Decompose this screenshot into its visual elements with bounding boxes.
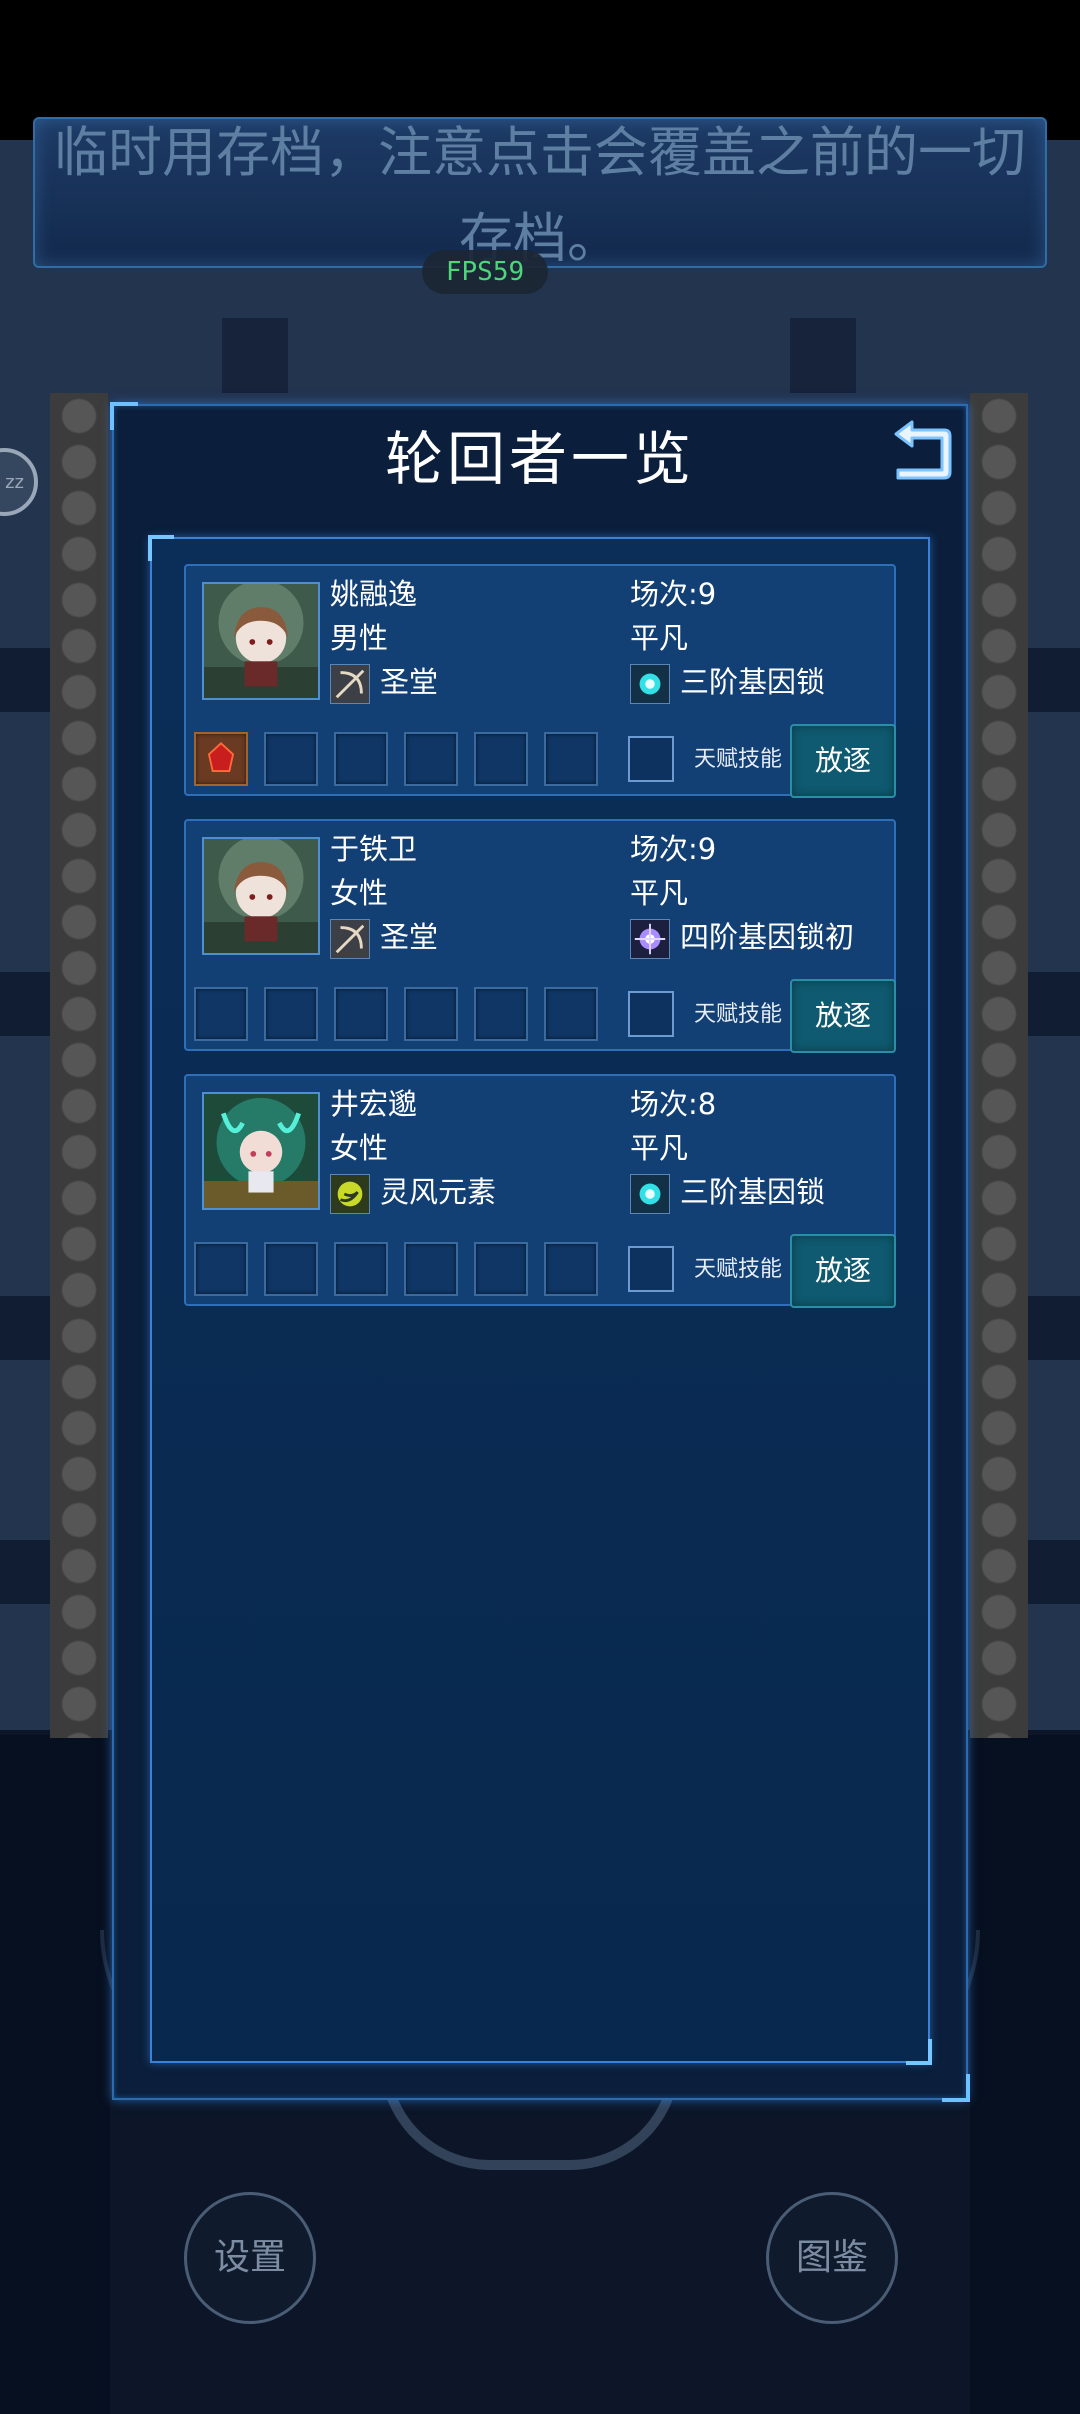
character-class: 灵风元素 xyxy=(380,1175,497,1209)
exile-button[interactable]: 放逐 xyxy=(790,724,896,798)
cyan-burst-icon xyxy=(630,1174,670,1214)
equipment-slot[interactable] xyxy=(264,987,318,1041)
character-rounds: 场次:9 xyxy=(630,832,717,866)
gene-lock-label: 三阶基因锁 xyxy=(680,1175,826,1209)
character-portrait xyxy=(202,582,320,700)
character-gender: 女性 xyxy=(330,1131,389,1165)
stone-wall-right xyxy=(970,393,1028,1738)
character-card[interactable]: 于铁卫 女性 圣堂 场次:9 平凡 四阶基因锁初 天赋技能 放逐 xyxy=(184,819,896,1053)
scene-bar xyxy=(1028,972,1080,1036)
equipment-slot[interactable] xyxy=(544,732,598,786)
equipment-slot[interactable] xyxy=(544,1242,598,1296)
exile-button[interactable]: 放逐 xyxy=(790,1234,896,1308)
character-gender: 男性 xyxy=(330,621,389,655)
character-grade: 平凡 xyxy=(630,621,689,655)
character-grade: 平凡 xyxy=(630,876,689,910)
wind-element-icon xyxy=(330,1174,370,1214)
scene-bar xyxy=(1028,1296,1080,1360)
crossbow-icon xyxy=(330,919,370,959)
character-card[interactable]: 井宏邈 女性 灵风元素 场次:8 平凡 三阶基因锁 天赋技能 放逐 xyxy=(184,1074,896,1308)
equipment-slot[interactable] xyxy=(334,732,388,786)
character-class: 圣堂 xyxy=(380,920,439,954)
character-portrait xyxy=(202,837,320,955)
gene-lock-label: 三阶基因锁 xyxy=(680,665,826,699)
equipment-slot[interactable] xyxy=(404,1242,458,1296)
scene-left-panel xyxy=(0,1735,110,2414)
crossbow-icon xyxy=(330,664,370,704)
gate-pillar-right xyxy=(790,318,856,393)
violet-burst-icon xyxy=(630,919,670,959)
scene-bar xyxy=(0,1540,50,1604)
equipment-slot[interactable] xyxy=(264,732,318,786)
back-button[interactable] xyxy=(884,420,956,488)
character-gender: 女性 xyxy=(330,876,389,910)
talent-skill-label: 天赋技能 xyxy=(694,747,783,772)
equipment-slot[interactable] xyxy=(194,987,248,1041)
talent-skill-label: 天赋技能 xyxy=(694,1002,783,1027)
talent-skill-slot[interactable] xyxy=(628,1246,674,1292)
fps-counter: FPS59 xyxy=(422,250,548,294)
scene-bar xyxy=(1028,648,1080,712)
talent-skill-slot[interactable] xyxy=(628,736,674,782)
scene-right-panel xyxy=(970,1735,1080,2414)
character-class: 圣堂 xyxy=(380,665,439,699)
equipment-slot[interactable] xyxy=(264,1242,318,1296)
gene-lock-label: 四阶基因锁初 xyxy=(680,920,855,954)
equipment-slot[interactable] xyxy=(474,732,528,786)
talent-skill-label: 天赋技能 xyxy=(694,1257,783,1282)
stone-wall-left xyxy=(50,393,108,1738)
talent-skill-slot[interactable] xyxy=(628,991,674,1037)
return-arrow-icon xyxy=(894,420,952,480)
character-portrait xyxy=(202,1092,320,1210)
equipment-slot[interactable] xyxy=(474,987,528,1041)
character-name: 姚融逸 xyxy=(330,577,418,611)
scene-bar xyxy=(1028,1540,1080,1604)
equipment-slot[interactable] xyxy=(194,1242,248,1296)
equipment-slot[interactable] xyxy=(194,732,248,786)
character-card[interactable]: 姚融逸 男性 圣堂 场次:9 平凡 三阶基因锁 天赋技能 放逐 xyxy=(184,564,896,798)
scene-bar xyxy=(0,972,50,1036)
equipment-slot[interactable] xyxy=(544,987,598,1041)
equipment-slot[interactable] xyxy=(334,987,388,1041)
red-gem-icon xyxy=(207,741,235,772)
scene-bar xyxy=(0,1296,50,1360)
codex-button[interactable]: 图鉴 xyxy=(766,2192,898,2324)
gate-pillar-left xyxy=(222,318,288,393)
settings-button[interactable]: 设置 xyxy=(184,2192,316,2324)
equipment-slot[interactable] xyxy=(404,987,458,1041)
character-grade: 平凡 xyxy=(630,1131,689,1165)
cyan-burst-icon xyxy=(630,664,670,704)
equipment-slot[interactable] xyxy=(334,1242,388,1296)
character-rounds: 场次:9 xyxy=(630,577,717,611)
scene-bar xyxy=(0,648,50,712)
character-name: 井宏邈 xyxy=(330,1087,418,1121)
equipment-slot[interactable] xyxy=(404,732,458,786)
exile-button[interactable]: 放逐 xyxy=(790,979,896,1053)
character-rounds: 场次:8 xyxy=(630,1087,717,1121)
equipment-slot[interactable] xyxy=(474,1242,528,1296)
character-name: 于铁卫 xyxy=(330,832,418,866)
